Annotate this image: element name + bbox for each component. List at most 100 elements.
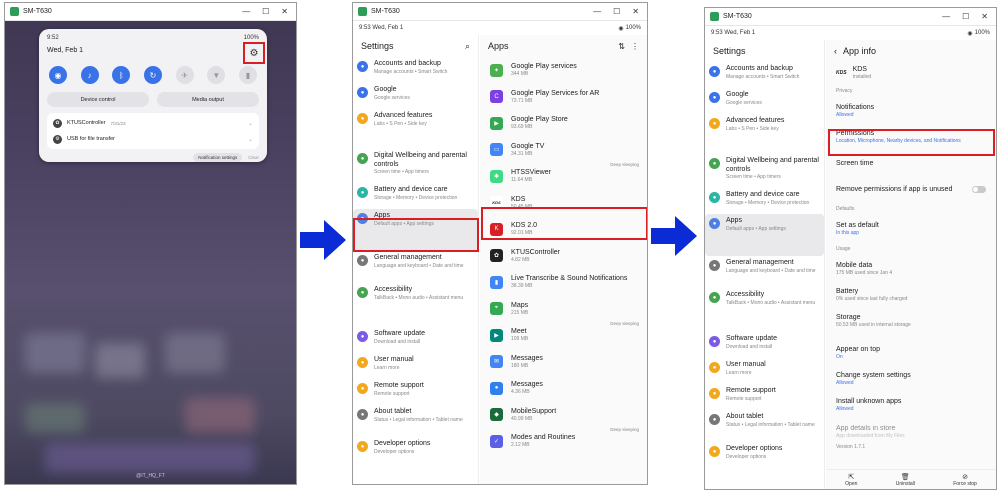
option-battery[interactable]: Battery 0% used since last fully charged <box>826 282 996 308</box>
notification-title: USB for file transfer <box>67 136 115 142</box>
chevron-down-icon[interactable]: ⌄ <box>248 136 253 143</box>
notification-item[interactable]: ⚙ USB for file transfer ⌄ <box>53 131 253 147</box>
sidebar-item-software-update[interactable]: ● Software update Download and install <box>353 327 478 353</box>
open-button[interactable]: ⇱ Open <box>845 473 857 487</box>
sidebar-item-user-manual[interactable]: ● User manual Learn more <box>705 358 824 384</box>
clear-button[interactable]: Clear <box>248 155 259 160</box>
sidebar-item-accounts-and-backup[interactable]: ● Accounts and backup Manage accounts • Sm… <box>353 57 478 83</box>
sidebar-item-sub: Download and install <box>726 343 773 350</box>
notification-item[interactable]: ✿ KTUSController 7/31/23 ⌄ <box>53 115 253 131</box>
setting-icon: ● <box>709 362 720 373</box>
status-time: 9:52 <box>47 35 59 41</box>
maximize-icon[interactable]: ☐ <box>262 7 269 16</box>
maximize-icon[interactable]: ☐ <box>962 12 969 21</box>
app-row[interactable]: ✓ Modes and Routines 2.12 MB <box>480 428 647 455</box>
close-icon[interactable]: ✕ <box>281 7 288 16</box>
sidebar-item-remote-support[interactable]: ● Remote support Remote support <box>353 379 478 405</box>
minimize-icon[interactable]: — <box>593 7 601 16</box>
sidebar-item-about-tablet[interactable]: ● About tablet Status • Legal information … <box>353 405 478 437</box>
sidebar-item-battery-and-device-care[interactable]: ● Battery and device care Storage • Memory… <box>705 188 824 214</box>
battery-saver-toggle-icon[interactable]: ▮ <box>238 66 257 84</box>
option-storage[interactable]: Storage 50.53 MB used in internal storage <box>826 308 996 334</box>
option-change-system-settings[interactable]: Change system settings Allowed <box>826 366 996 392</box>
app-row[interactable]: ✉ Messages 180 MB <box>480 349 647 376</box>
sidebar-item-about-tablet[interactable]: ● About tablet Status • Legal information … <box>705 410 824 442</box>
filter-sort-icon[interactable]: ⇅ <box>618 42 625 51</box>
app-row[interactable]: ✿ KTUSController 4.82 MB <box>480 243 647 270</box>
app-row[interactable]: ▮ Live Transcribe & Sound Notifications 38… <box>480 269 647 296</box>
more-options-icon[interactable]: ⋮ <box>631 42 639 51</box>
sidebar-item-general-management[interactable]: ● General management Language and keyboard… <box>705 256 824 288</box>
sidebar-item-label: Accounts and backup <box>374 60 441 67</box>
sidebar-item-sub: Screen time • App timers <box>374 169 429 175</box>
sidebar-item-google[interactable]: ● Google Google services <box>353 83 478 109</box>
sidebar-item-google[interactable]: ● Google Google services <box>705 88 824 114</box>
close-icon[interactable]: ✕ <box>981 12 988 21</box>
notification-settings-button[interactable]: Notification settings <box>193 153 243 162</box>
app-size: 180 MB <box>511 362 529 369</box>
sidebar-item-accounts-and-backup[interactable]: ● Accounts and backup Manage accounts • Sm… <box>705 62 824 88</box>
minimize-icon[interactable]: — <box>942 12 950 21</box>
app-row[interactable]: C Google Play Services for AR 73.71 MB <box>480 84 647 111</box>
maximize-icon[interactable]: ☐ <box>613 7 620 16</box>
close-icon[interactable]: ✕ <box>632 7 639 16</box>
app-size: 93.69 MB <box>511 124 533 131</box>
search-icon[interactable]: ⌕ <box>465 41 470 52</box>
option-remove-permissions-if-app-is-unused[interactable]: Remove permissions if app is unused <box>826 176 996 202</box>
sidebar-item-sub: Labs • S Pen • Side key <box>726 125 779 132</box>
sidebar-item-user-manual[interactable]: ● User manual Learn more <box>353 353 478 379</box>
option-notifications[interactable]: Notifications Allowed <box>826 98 996 124</box>
uninstall-button[interactable]: 🗑 Uninstall <box>896 473 915 487</box>
minimize-icon[interactable]: — <box>242 7 250 16</box>
remove-permissions-toggle[interactable] <box>972 185 986 193</box>
sidebar-item-accessibility[interactable]: ● Accessibility TalkBack • Mono audio • As… <box>353 283 478 327</box>
app-row[interactable]: ▭ Google TV 34.31 MB Deep sleeping <box>480 137 647 167</box>
sidebar-item-advanced-features[interactable]: ● Advanced features Labs • S Pen • Side ke… <box>353 109 478 149</box>
app-row[interactable]: KDS KDS 50.45 MB <box>480 190 647 217</box>
auto-rotate-toggle-icon[interactable]: ↻ <box>143 66 162 84</box>
device-control-button[interactable]: Device control <box>47 92 149 107</box>
flashlight-toggle-icon[interactable]: ▼ <box>207 66 226 84</box>
settings-gear-icon[interactable]: ⚙ <box>243 42 265 64</box>
app-row[interactable]: ✦ Google Play services 344 MB <box>480 57 647 84</box>
sidebar-item-apps[interactable]: ● Apps Default apps • App settings <box>353 209 478 251</box>
option-mobile-data[interactable]: Mobile data 175 MB used since Jan 4 <box>826 256 996 282</box>
sidebar-item-software-update[interactable]: ● Software update Download and install <box>705 332 824 358</box>
chevron-down-icon[interactable]: ⌄ <box>248 120 253 127</box>
app-details-option[interactable]: App details in store App downloaded from… <box>826 424 996 440</box>
sidebar-item-advanced-features[interactable]: ● Advanced features Labs • S Pen • Side ke… <box>705 114 824 154</box>
sidebar-item-apps[interactable]: ● Apps Default apps • App settings <box>705 214 824 256</box>
media-output-button[interactable]: Media output <box>157 92 259 107</box>
sidebar-item-developer-options[interactable]: ● Developer options Developer options <box>705 442 824 468</box>
status-battery: 100% <box>243 35 259 41</box>
app-row[interactable]: ▶ Google Play Store 93.69 MB <box>480 110 647 137</box>
bluetooth-toggle-icon[interactable]: ᛒ <box>112 66 131 84</box>
app-row[interactable]: K KDS 2.0 92.01 MB <box>480 216 647 243</box>
wifi-toggle-icon[interactable]: ◉ <box>49 66 67 84</box>
sidebar-item-digital-wellbeing-and-parental-controls[interactable]: ● Digital Wellbeing and parental controls… <box>705 154 824 188</box>
app-row[interactable]: ● Messages 4.36 MB <box>480 375 647 402</box>
option-set-as-default[interactable]: Set as default In this app <box>826 216 996 242</box>
app-row[interactable]: ▶ Meet 109 MB <box>480 322 647 349</box>
sidebar-item-sub: Google services <box>374 94 410 101</box>
sidebar-item-sub: Developer options <box>374 448 415 455</box>
sidebar-item-developer-options[interactable]: ● Developer options Developer options <box>353 437 478 463</box>
option-install-unknown-apps[interactable]: Install unknown apps Allowed <box>826 392 996 418</box>
option-permissions[interactable]: Permissions Location, Microphone, Nearby … <box>826 124 996 150</box>
sidebar-item-general-management[interactable]: ● General management Language and keyboard… <box>353 251 478 283</box>
sidebar-item-remote-support[interactable]: ● Remote support Remote support <box>705 384 824 410</box>
sidebar-item-battery-and-device-care[interactable]: ● Battery and device care Storage • Memory… <box>353 183 478 209</box>
sidebar-item-digital-wellbeing-and-parental-controls[interactable]: ● Digital Wellbeing and parental controls… <box>353 149 478 183</box>
sidebar-item-accessibility[interactable]: ● Accessibility TalkBack • Mono audio • As… <box>705 288 824 332</box>
force-stop-button[interactable]: ⊘ Force stop <box>953 473 977 487</box>
airplane-toggle-icon[interactable]: ✈ <box>175 66 194 84</box>
option-screen-time[interactable]: Screen time <box>826 150 996 176</box>
app-row[interactable]: ◆ MobileSupport 40.99 MB Deep sleeping <box>480 402 647 432</box>
back-arrow-icon[interactable]: ‹ <box>834 46 837 56</box>
app-row[interactable]: ⌖ Maps 215 MB Deep sleeping <box>480 296 647 326</box>
window-title: SM-T630 <box>23 8 52 15</box>
app-name: MobileSupport <box>511 407 557 415</box>
mute-toggle-icon[interactable]: ♪ <box>80 66 99 84</box>
option-appear-on-top[interactable]: Appear on top On <box>826 340 996 366</box>
app-row[interactable]: ✱ HTSSViewer 11.64 MB <box>480 163 647 190</box>
